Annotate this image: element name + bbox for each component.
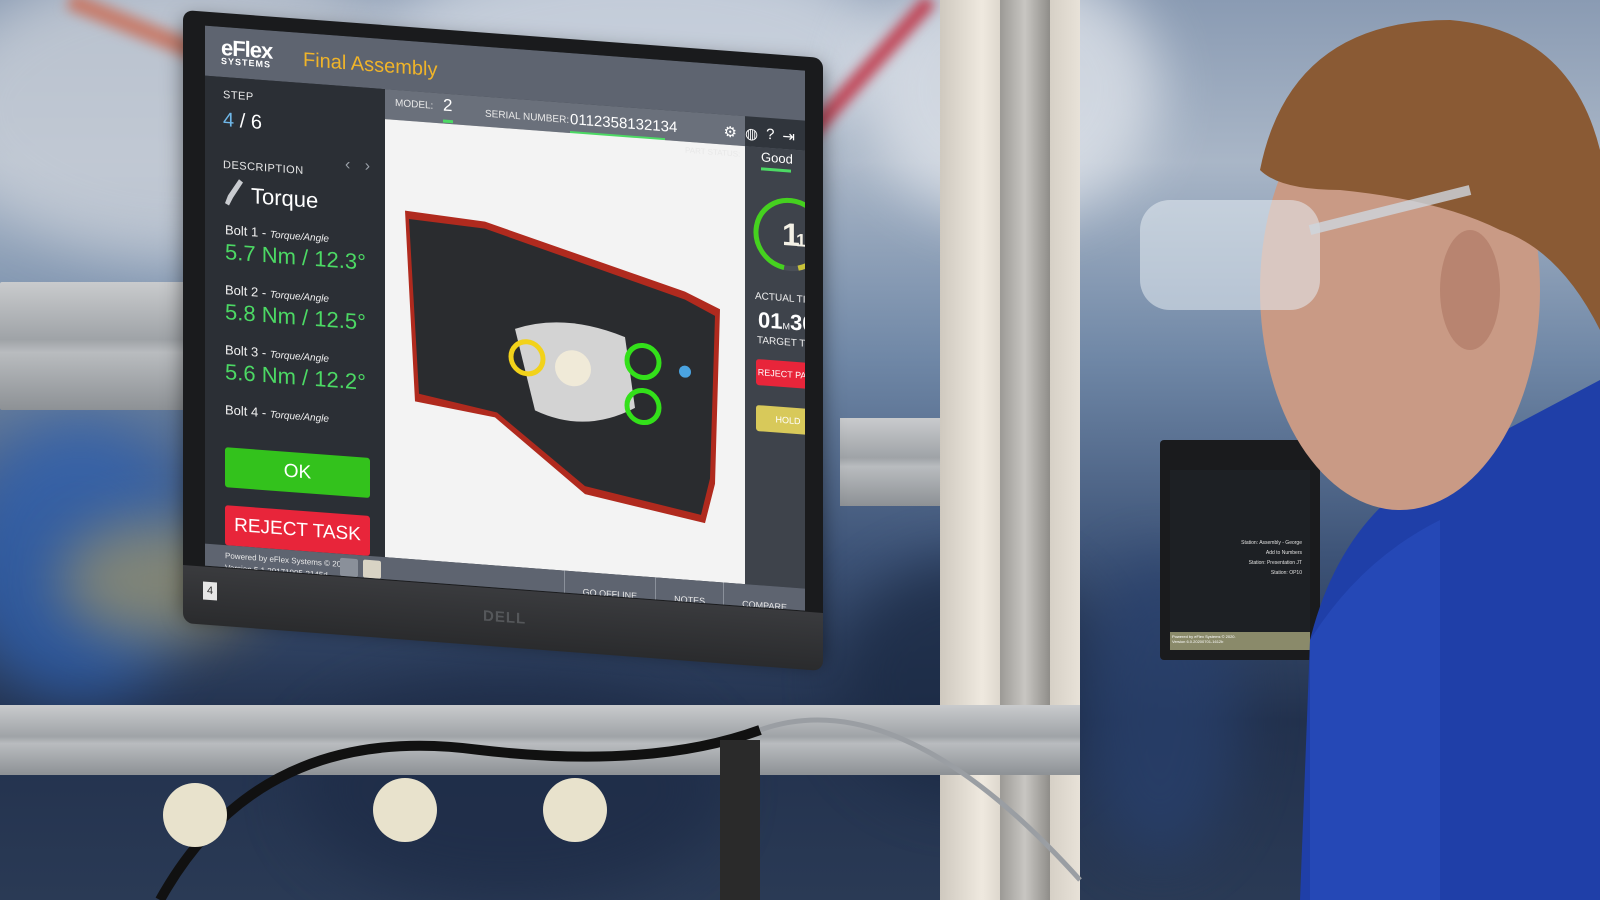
globe-icon[interactable]: ◍ (745, 124, 758, 143)
actual-time-gauge: 1 15 (753, 197, 805, 272)
hold-button[interactable]: HOLD (756, 404, 805, 436)
operator-person (1140, 20, 1600, 900)
target-time-value: 01M30S (758, 307, 805, 338)
total-steps: 6 (250, 111, 262, 134)
tool-holder (163, 783, 227, 847)
main-monitor: eFlex SYSTEMS Final Assembly STEP 4 / 6 … (183, 10, 863, 671)
logout-icon[interactable]: ⇥ (782, 127, 795, 146)
input-badge[interactable]: 4 (203, 581, 217, 601)
minutes-unit: M (782, 320, 790, 332)
dell-logo: DELL (483, 607, 527, 628)
bolt-result: Bolt 2 - Torque/Angle 5.8 Nm / 12.5° (225, 282, 366, 335)
bolt-name: Bolt 2 (225, 282, 259, 300)
part-status-value: Good (761, 149, 793, 167)
list-view-icon[interactable] (340, 557, 358, 578)
bolt-name: Bolt 1 (225, 222, 259, 240)
description-value: Torque (251, 183, 319, 214)
reject-part-button[interactable]: REJECT PART (756, 358, 805, 390)
bolt-result: Bolt 1 - Torque/Angle 5.7 Nm / 12.3° (225, 222, 366, 275)
shirt-shade (1310, 520, 1440, 900)
step-navigation: ‹ › (345, 156, 380, 177)
monitor-bezel: eFlex SYSTEMS Final Assembly STEP 4 / 6 … (183, 10, 823, 671)
help-icon[interactable]: ? (766, 126, 774, 145)
tool-holder (543, 778, 607, 842)
bolt-result: Bolt 4 - Torque/Angle (225, 402, 329, 425)
safety-goggles (1140, 200, 1320, 310)
prev-step-icon[interactable]: ‹ (345, 156, 350, 173)
model-value: 2 (443, 95, 453, 116)
step-counter: 4 / 6 (223, 109, 262, 135)
tool-cables (155, 717, 1082, 900)
eflex-logo: eFlex SYSTEMS (221, 35, 272, 70)
torque-tool (720, 740, 760, 900)
next-step-icon[interactable]: › (365, 158, 370, 175)
station-title: Final Assembly (303, 49, 438, 82)
monitor-screen: eFlex SYSTEMS Final Assembly STEP 4 / 6 … (205, 25, 805, 611)
gear-icon[interactable]: ⚙ (724, 123, 737, 142)
bolt-result: Bolt 3 - Torque/Angle 5.6 Nm / 12.2° (225, 342, 366, 395)
current-step: 4 (223, 109, 235, 132)
step-label: STEP (223, 89, 254, 104)
actual-time-sub: 15 (796, 230, 805, 251)
step-panel: STEP 4 / 6 ‹ › DESCRIPTION Torque Bolt 1… (205, 75, 385, 580)
serial-label: SERIAL NUMBER: (485, 108, 570, 126)
tool-holder (373, 778, 437, 842)
part-image (385, 119, 745, 585)
bolt-name: Bolt 4 (225, 402, 259, 420)
ear (1440, 230, 1500, 350)
target-seconds: 30 (789, 309, 805, 337)
target-minutes: 01 (758, 307, 783, 334)
model-label: MODEL: (395, 97, 434, 112)
tail-light-housing (405, 210, 720, 524)
minimize-icon[interactable] (363, 559, 381, 579)
description-label: DESCRIPTION (223, 159, 304, 178)
ok-button[interactable]: OK (225, 447, 370, 499)
mounting-rail-left (0, 282, 200, 410)
step-separator: / (239, 110, 246, 133)
torque-wrench-icon (225, 179, 243, 206)
bolt-type: Torque/Angle (269, 409, 329, 425)
logo-subtext: SYSTEMS (221, 55, 272, 70)
bolt-name: Bolt 3 (225, 342, 259, 360)
